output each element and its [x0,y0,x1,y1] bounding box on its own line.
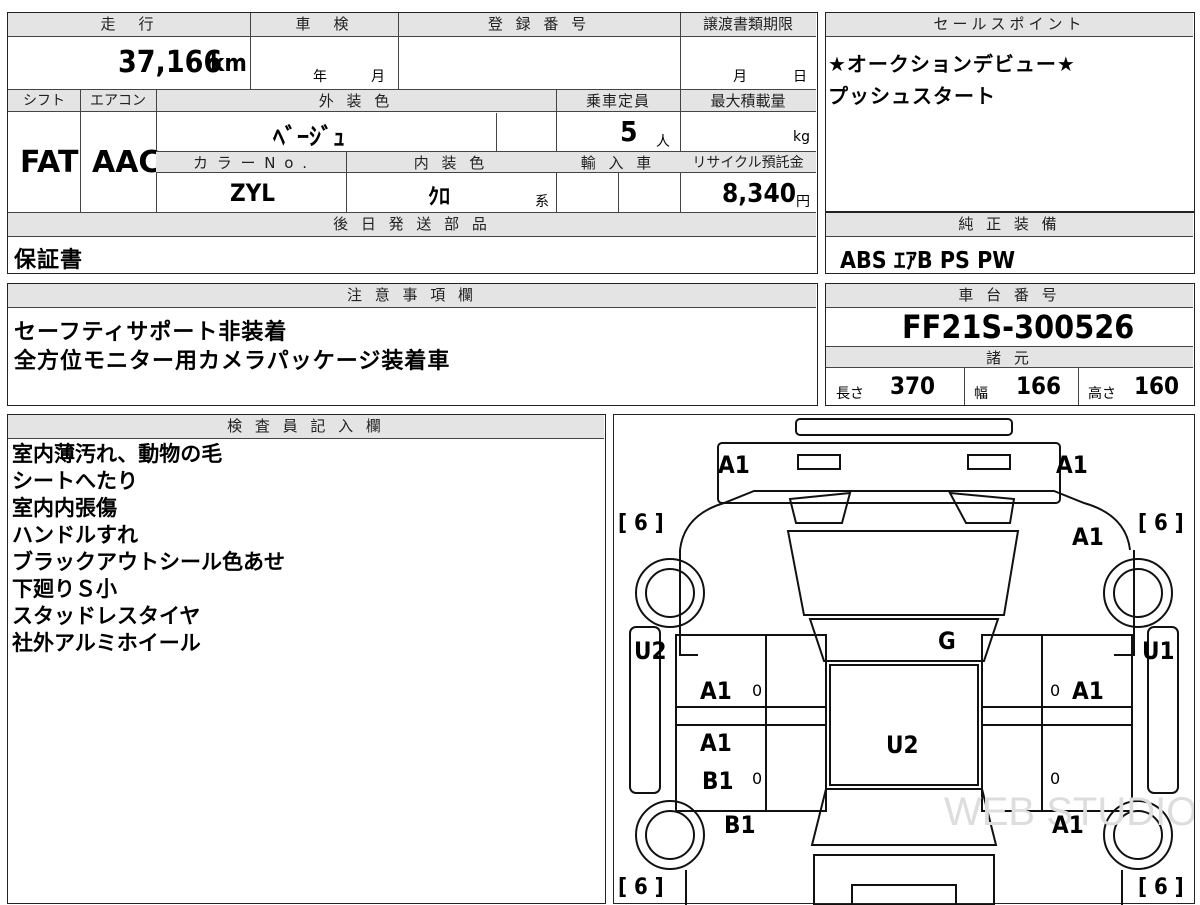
tire-front-left: [ 6 ] [618,511,664,536]
zero-mark: 0 [1050,769,1061,788]
equipment-box: 純 正 装 備 ABS ｴｱB PS PW [825,212,1195,274]
shift-value: FAT [20,145,79,180]
chassis-header: 車 台 番 号 [826,284,1193,308]
mark-right-rear: A1 [1052,811,1084,839]
sales-point-line: ★オークションデビュー★ [828,52,1076,76]
inspector-line: 室内薄汚れ、動物の毛 [12,442,223,466]
interior-suffix: 系 [535,194,549,210]
mark-front-right: A1 [1056,451,1088,479]
recycle-fee-unit: 円 [796,194,810,210]
chassis-box: 車 台 番 号 FF21S-300526 諸 元 長さ 370 幅 166 高さ… [825,283,1195,406]
tire-rear-left: [ 6 ] [618,875,664,900]
inspector-line: 社外アルミホイール [12,631,201,655]
recycle-fee-value: 8,340 [722,179,796,209]
equipment-value: ABS ｴｱB PS PW [840,248,1016,274]
damage-diagram: WEB STUDIO A1 A1 A1 U2 U1 G A1 A1 U2 A1 … [613,414,1195,905]
later-parts-value: 保証書 [14,248,84,273]
mark-hood: G [938,627,956,655]
registration-header: 登 録 番 号 [398,13,680,37]
interior-color-value: ｸﾛ [428,185,451,210]
later-parts-header: 後 日 発 送 部 品 [8,213,816,237]
mark-left-front-door: A1 [700,677,732,705]
exterior-color-header: 外 装 色 [156,90,556,112]
exterior-color-value: ﾍﾞｰｼﾞｭ [273,123,345,151]
mark-left-rear: B1 [724,811,756,839]
tire-rear-right-value: 6 [1153,875,1168,900]
transfer-header: 譲渡書類期限 [680,13,816,37]
notes-header: 注 意 事 項 欄 [8,284,816,308]
mark-left-quarter: U2 [634,637,667,665]
length-label: 長さ [836,386,864,402]
inspector-notes: 室内薄汚れ、動物の毛 シートへたり 室内内張傷 ハンドルすれ ブラックアウトシー… [12,441,285,657]
interior-color-header: 内 装 色 [346,151,556,173]
zero-mark: 0 [752,769,763,788]
sales-point-line: プッシュスタート [828,84,996,108]
shift-header: シフト [8,90,80,112]
width-value: 166 [1016,372,1062,400]
sales-point-box: セールスポイント ★オークションデビュー★ プッシュスタート [825,12,1195,212]
tire-rear-right: [ 6 ] [1138,875,1184,900]
notes-line: 全方位モニター用カメラパッケージ装着車 [14,349,451,374]
inspection-year: 年 [313,69,327,85]
equipment-header: 純 正 装 備 [826,213,1193,237]
mark-right-fender: A1 [1072,523,1104,551]
mark-right-front-door: A1 [1072,677,1104,705]
ac-header: エアコン [80,90,156,112]
mileage-value: 37,166 [118,45,223,80]
mark-left-rear-door: A1 [700,729,732,757]
mark-right-quarter: U1 [1142,637,1175,665]
tire-front-right: [ 6 ] [1138,511,1184,536]
max-load-header: 最大積載量 [680,90,816,112]
tire-front-right-value: 6 [1153,511,1168,536]
color-no-header: カ ラ ー N o . [156,151,346,173]
import-header: 輸 入 車 [556,151,680,173]
chassis-number: FF21S-300526 [902,308,1135,346]
notes-box: 注 意 事 項 欄 セーフティサポート非装着 全方位モニター用カメラパッケージ装… [7,283,818,406]
notes-line: セーフティサポート非装着 [14,320,288,345]
inspection-header: 車 検 [250,13,398,37]
transfer-month: 月 [733,69,747,85]
tire-rear-left-value: 6 [633,875,648,900]
mark-left-rocker: B1 [702,767,734,795]
mileage-unit: km [210,49,247,77]
length-value: 370 [890,372,936,400]
sales-point-header: セールスポイント [826,13,1193,37]
inspector-line: スタッドレスタイヤ [12,604,201,628]
width-label: 幅 [974,386,988,402]
inspector-line: 下廻りＳ小 [12,577,117,601]
transfer-day: 日 [793,69,807,85]
inspector-header: 検 査 員 記 入 欄 [8,415,604,439]
mark-front-left: A1 [718,451,750,479]
ac-value: AAC [92,145,161,180]
capacity-unit: 人 [656,134,670,150]
zero-mark: 0 [752,681,763,700]
mileage-header: 走 行 [8,13,250,37]
inspector-line: ブラックアウトシール色あせ [12,550,285,574]
capacity-header: 乗車定員 [556,90,680,112]
zero-mark: 0 [1050,681,1061,700]
car-outline: WEB STUDIO [629,418,1194,905]
inspector-line: ハンドルすれ [12,523,138,547]
height-value: 160 [1134,372,1180,400]
inspector-box: 検 査 員 記 入 欄 室内薄汚れ、動物の毛 シートへたり 室内内張傷 ハンドル… [7,414,606,904]
inspector-line: シートへたり [12,469,138,493]
capacity-value: 5 [620,115,638,148]
max-load-unit: kg [793,129,810,145]
dims-header: 諸 元 [826,346,1193,368]
inspection-month: 月 [371,69,385,85]
tire-front-left-value: 6 [633,511,648,536]
height-label: 高さ [1088,386,1116,402]
color-no-value: ZYL [230,179,276,207]
inspector-line: 室内内張傷 [12,496,117,520]
mark-roof: U2 [886,731,919,759]
recycle-header: リサイクル預託金 [680,151,816,173]
spec-table: 走 行 車 検 登 録 番 号 譲渡書類期限 37,166 km 年 月 月 日… [7,12,818,274]
